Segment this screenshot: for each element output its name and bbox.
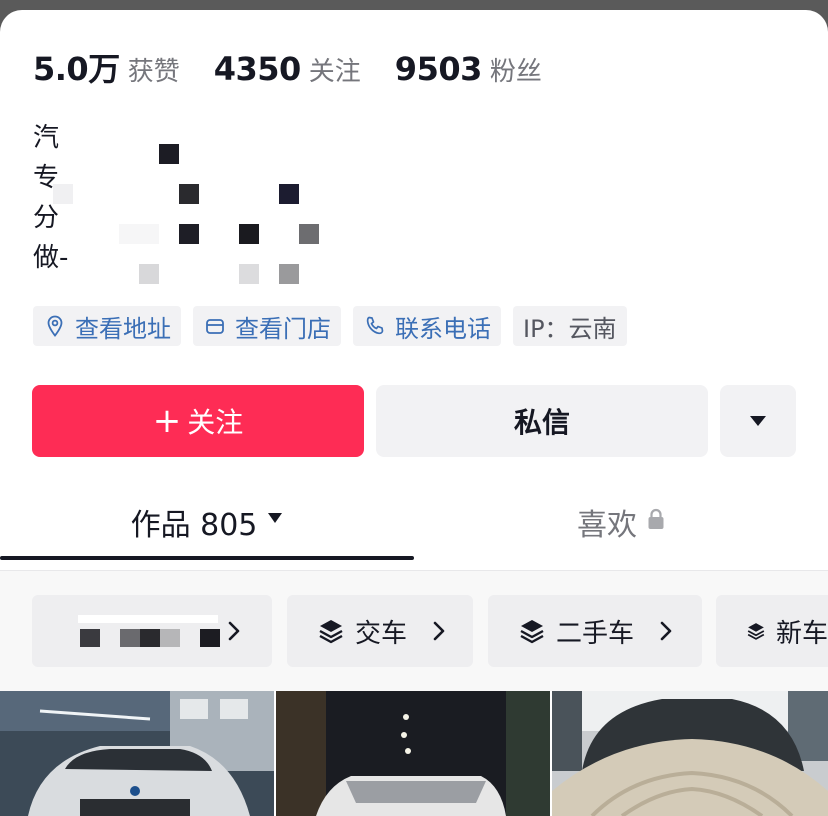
ip-location-label: IP：云南 xyxy=(523,314,617,343)
redaction-mosaic xyxy=(53,144,319,284)
contact-phone-label: 联系电话 xyxy=(395,314,491,343)
stat-following[interactable]: 4350 关注 xyxy=(214,50,361,88)
redaction-mosaic xyxy=(78,615,220,647)
stat-following-number: 4350 xyxy=(213,50,302,88)
chevron-right-icon xyxy=(433,621,445,641)
follow-label: 关注 xyxy=(187,406,244,439)
tab-likes-label: 喜欢 xyxy=(577,508,637,543)
collection-new-car[interactable]: 新车 xyxy=(716,595,828,667)
stat-followers-label: 粉丝 xyxy=(489,57,542,87)
layers-icon xyxy=(319,620,343,644)
lock-icon xyxy=(648,508,664,529)
message-button[interactable]: 私信 xyxy=(376,385,708,457)
stat-likes-label: 获赞 xyxy=(127,57,180,87)
video-thumbnail[interactable] xyxy=(276,691,550,816)
store-icon xyxy=(206,319,224,334)
tab-likes[interactable]: 喜欢 xyxy=(414,500,828,560)
view-store-chip[interactable]: 查看门店 xyxy=(193,306,341,346)
stat-followers-number: 9503 xyxy=(394,50,483,88)
video-thumbnail[interactable] xyxy=(552,691,828,816)
collections-bar: 交车 二手车 新车 xyxy=(0,571,828,691)
chevron-right-icon xyxy=(228,621,240,641)
location-pin-icon xyxy=(47,315,63,337)
collection-delivery[interactable]: 交车 xyxy=(287,595,473,667)
more-options-button[interactable] xyxy=(720,385,796,457)
caret-down-icon xyxy=(750,416,766,426)
profile-stats: 5.0万 获赞 4350 关注 9503 粉丝 xyxy=(33,44,576,90)
profile-bio: 汽 专 分 做- xyxy=(33,118,353,288)
layers-icon xyxy=(747,623,765,640)
collection-used-car[interactable]: 二手车 xyxy=(488,595,702,667)
info-chips: 查看地址 查看门店 联系电话 IP：云南 xyxy=(33,306,639,346)
stat-likes-number: 5.0万 xyxy=(33,50,120,88)
stat-followers[interactable]: 9503 粉丝 xyxy=(395,50,542,88)
contact-phone-chip[interactable]: 联系电话 xyxy=(353,306,501,346)
collection-redacted[interactable] xyxy=(32,595,272,667)
collection-label: 交车 xyxy=(355,618,408,649)
layers-icon xyxy=(520,620,544,644)
collection-label: 新车 xyxy=(775,618,828,649)
message-label: 私信 xyxy=(513,406,570,439)
video-thumbnail[interactable] xyxy=(0,691,274,816)
tab-works-label: 作品 805 xyxy=(130,508,258,543)
phone-icon xyxy=(366,316,384,335)
active-tab-indicator xyxy=(0,556,414,560)
caret-down-icon xyxy=(268,513,283,523)
stat-likes[interactable]: 5.0万 获赞 xyxy=(33,44,180,90)
view-address-label: 查看地址 xyxy=(75,314,171,343)
stat-following-label: 关注 xyxy=(308,57,361,87)
view-address-chip[interactable]: 查看地址 xyxy=(33,306,181,346)
ip-location-chip: IP：云南 xyxy=(513,306,627,346)
chevron-right-icon xyxy=(660,621,672,641)
follow-button[interactable]: + 关注 xyxy=(32,385,364,457)
profile-sheet: 5.0万 获赞 4350 关注 9503 粉丝 汽 专 分 做- 查看地址 查看… xyxy=(0,10,828,816)
plus-icon: + xyxy=(152,401,182,441)
collection-label: 二手车 xyxy=(556,618,635,649)
view-store-label: 查看门店 xyxy=(235,314,331,343)
